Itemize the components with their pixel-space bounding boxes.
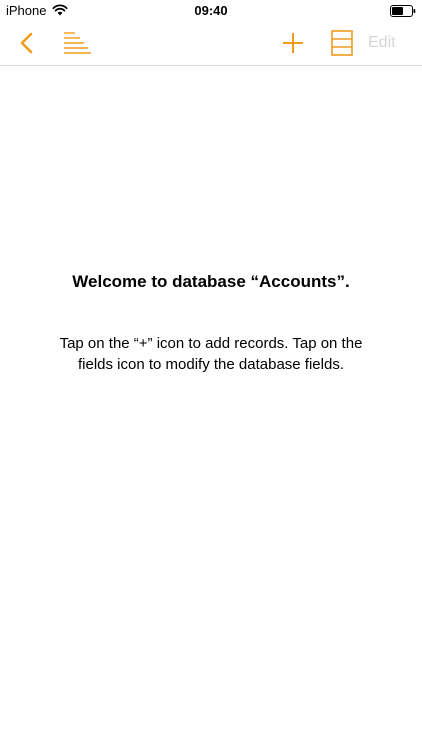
status-bar: iPhone 09:40 [0, 0, 422, 22]
list-icon[interactable] [63, 31, 93, 55]
fields-icon[interactable] [329, 29, 355, 57]
clock: 09:40 [194, 3, 228, 18]
plus-icon[interactable] [280, 30, 306, 56]
navigation-bar: Edit [0, 22, 422, 66]
welcome-message: Tap on the “+” icon to add records. Tap … [59, 335, 363, 373]
screen: iPhone 09:40 Edit Welcome to database “A… [0, 0, 422, 750]
chevron-left-icon[interactable] [14, 30, 40, 56]
welcome-title: Welcome to database “Accounts”. [72, 272, 350, 291]
edit-button[interactable]: Edit [368, 34, 396, 52]
battery-icon [390, 5, 416, 17]
